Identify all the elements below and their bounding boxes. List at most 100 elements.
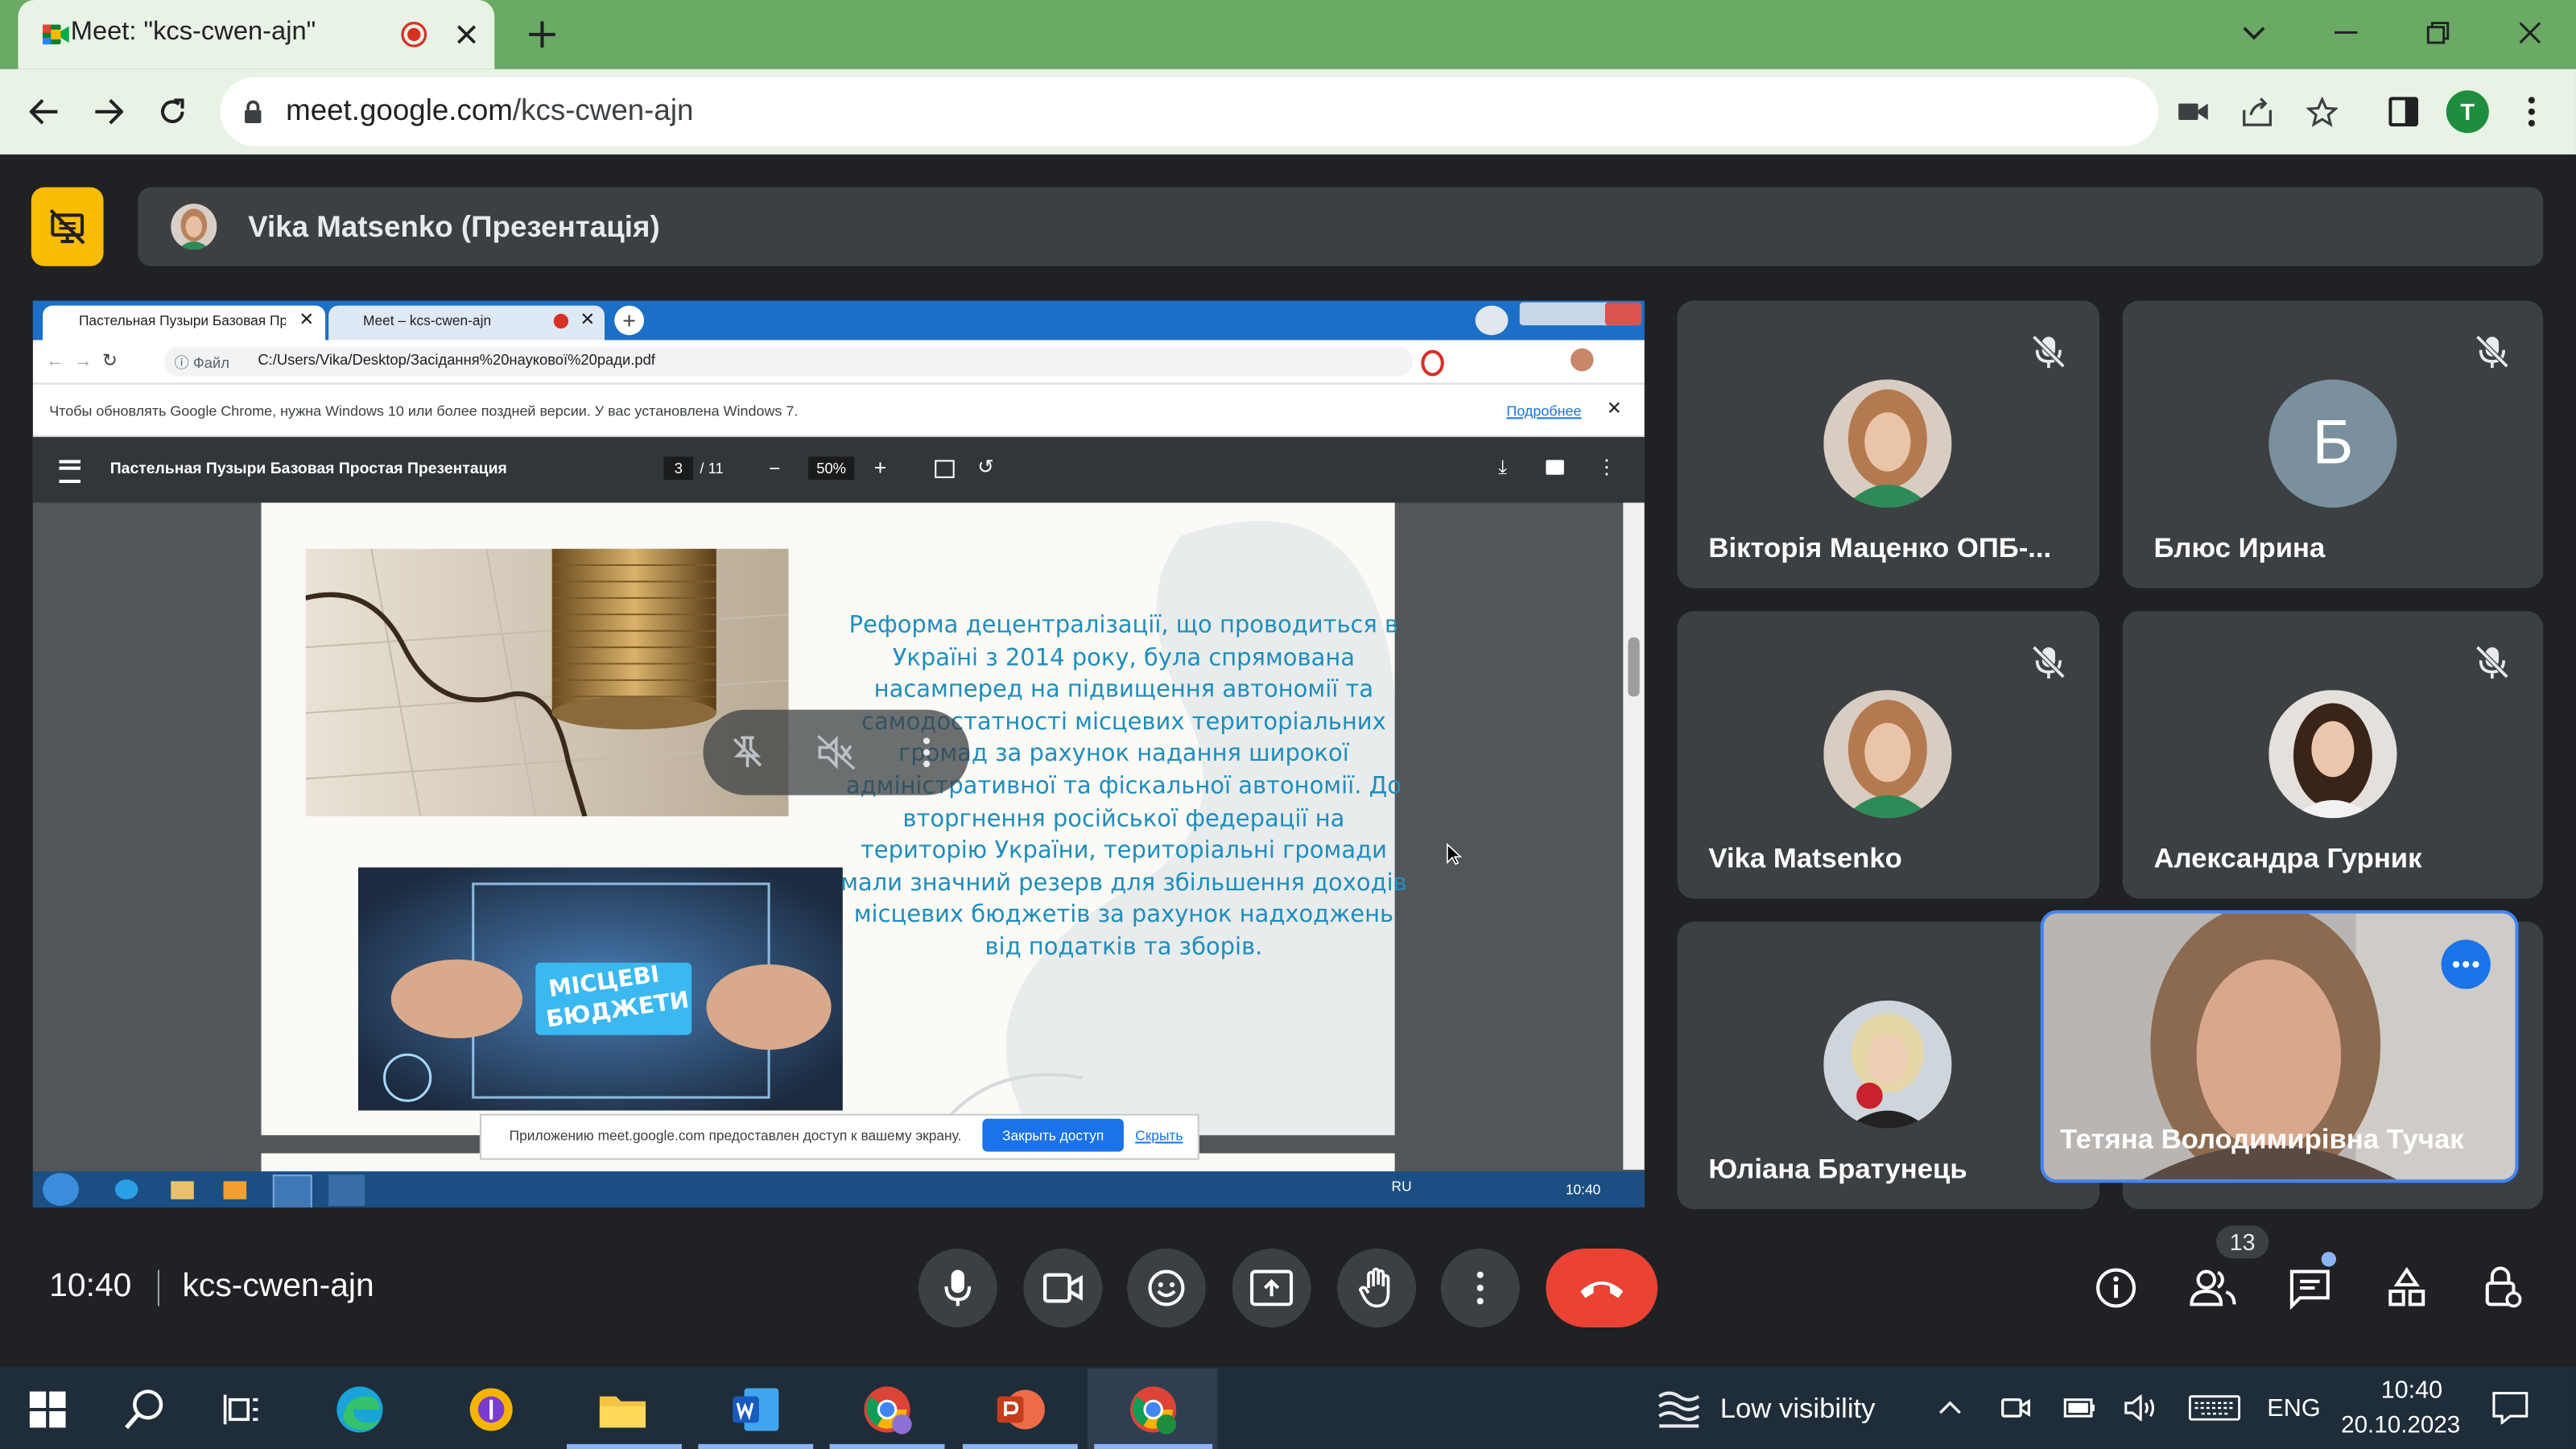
new-tab-icon[interactable] — [522, 14, 562, 54]
activities-icon[interactable] — [2380, 1261, 2433, 1314]
pdf-more-icon[interactable]: ⋮ — [1597, 455, 1616, 478]
reactions-button[interactable] — [1126, 1249, 1206, 1327]
pdf-scrollbar[interactable] — [1623, 502, 1645, 1170]
inner-nav-icons[interactable]: ← → ↻ — [46, 350, 118, 371]
present-now-button[interactable] — [1232, 1249, 1311, 1327]
stop-sharing-button[interactable]: Закрыть доступ — [982, 1118, 1124, 1152]
task-view-icon[interactable] — [208, 1377, 275, 1443]
search-icon[interactable] — [112, 1377, 178, 1443]
inner-window-close-icon[interactable] — [1604, 302, 1641, 326]
media-icon[interactable] — [223, 1181, 247, 1199]
raise-hand-button[interactable] — [1337, 1249, 1417, 1327]
hide-notice-link[interactable]: Скрыть — [1135, 1127, 1183, 1143]
participant-tile[interactable]: Александра Гурник — [2122, 611, 2544, 899]
participant-avatar — [1823, 690, 1952, 819]
chat-icon[interactable] — [2284, 1261, 2336, 1314]
meeting-code[interactable]: kcs-cwen-ajn — [183, 1268, 374, 1306]
pdf-menu-icon[interactable] — [59, 460, 80, 483]
pdf-zoom-in-icon[interactable]: + — [874, 455, 886, 480]
chat-unread-dot — [2321, 1252, 2337, 1267]
explorer-icon[interactable] — [171, 1181, 194, 1199]
browser-menu-icon[interactable] — [2515, 92, 2548, 131]
viber-task-icon[interactable] — [328, 1174, 365, 1206]
pdf-scrollbar-thumb[interactable] — [1628, 637, 1640, 697]
participant-tile[interactable]: Вікторія Маценко ОПБ-... — [1677, 300, 2100, 588]
pdf-zoom-out-icon[interactable]: − — [769, 456, 780, 480]
pdf-page-input[interactable]: 3 — [663, 456, 694, 480]
lock-icon[interactable] — [240, 97, 266, 126]
touch-keyboard-icon[interactable] — [2186, 1390, 2242, 1426]
notifications-icon[interactable] — [2489, 1388, 2532, 1427]
chrome-profile-icon[interactable] — [854, 1377, 920, 1443]
windows-start-icon[interactable] — [14, 1377, 80, 1443]
url-text[interactable]: meet.google.com/kcs-cwen-ajn — [286, 93, 693, 128]
bookmark-star-icon[interactable] — [2301, 92, 2341, 131]
file-explorer-icon[interactable] — [590, 1377, 656, 1443]
profile-avatar[interactable]: T — [2446, 90, 2489, 134]
powerpoint-icon[interactable] — [988, 1377, 1054, 1443]
weather-text[interactable]: Low visibility — [1720, 1393, 1876, 1426]
participant-name: Юліана Братунець — [1708, 1153, 1967, 1185]
inner-tab-close-icon-2[interactable]: ✕ — [580, 309, 595, 330]
ie-icon[interactable] — [114, 1179, 138, 1199]
back-icon[interactable] — [25, 92, 64, 131]
notice-close-icon[interactable]: ✕ — [1607, 398, 1622, 419]
more-options-button[interactable] — [1440, 1249, 1520, 1327]
share-icon[interactable] — [2238, 92, 2277, 131]
tab-search-icon[interactable] — [2236, 14, 2273, 51]
camera-button[interactable] — [1023, 1249, 1103, 1327]
window-restore-icon[interactable] — [2420, 14, 2456, 51]
microphone-button[interactable] — [918, 1249, 997, 1327]
chrome-task-icon[interactable] — [272, 1174, 312, 1208]
chrome-active-icon[interactable] — [1121, 1377, 1187, 1443]
participant-tile[interactable]: Vika Matsenko — [1677, 611, 2100, 899]
win7-start-icon[interactable] — [43, 1173, 79, 1206]
meeting-details-icon[interactable] — [2090, 1261, 2142, 1314]
tile-more-icon[interactable] — [907, 728, 947, 777]
side-panel-icon[interactable] — [2384, 92, 2423, 131]
recording-icon — [401, 21, 427, 48]
camera-in-use-icon[interactable] — [2174, 93, 2213, 130]
unpin-icon[interactable] — [723, 728, 772, 777]
meet-tray-icon[interactable] — [1998, 1390, 2034, 1426]
self-view-more-icon[interactable] — [2441, 939, 2491, 989]
clock-date[interactable]: 20.10.2023 — [2341, 1413, 2460, 1439]
leave-call-button[interactable] — [1546, 1249, 1658, 1327]
reload-icon[interactable] — [153, 92, 192, 131]
update-notice-link[interactable]: Подробнее — [1506, 402, 1581, 419]
participant-initial-avatar: Б — [2268, 379, 2397, 508]
pdf-print-icon[interactable] — [1546, 460, 1564, 475]
people-icon[interactable] — [2185, 1261, 2240, 1314]
pdf-fit-icon[interactable] — [935, 460, 955, 478]
inner-new-tab-icon[interactable]: + — [614, 305, 644, 336]
clock-time[interactable]: 10:40 — [2368, 1377, 2456, 1405]
participant-tile[interactable]: Б Блюс Ирина — [2122, 300, 2544, 588]
vpn-app-icon[interactable] — [458, 1377, 524, 1443]
inner-tab-search-icon[interactable] — [1475, 305, 1509, 336]
participant-tile[interactable]: Юліана Братунець — [1677, 921, 2100, 1210]
divider — [157, 1269, 159, 1307]
tab-close-icon[interactable] — [450, 18, 483, 51]
pdf-zoom-input[interactable]: 50% — [808, 456, 855, 480]
window-minimize-icon[interactable] — [2328, 14, 2364, 51]
inner-tab-close-icon[interactable]: ✕ — [299, 309, 314, 330]
inner-tab-pdf-title: Пастельная Пузыри Базовая Пр — [78, 312, 287, 329]
battery-icon[interactable] — [2062, 1390, 2098, 1426]
weather-fog-icon[interactable] — [1654, 1383, 1703, 1432]
self-view-tile[interactable]: Тетяна Володимирівна Тучак — [2040, 910, 2519, 1183]
host-controls-icon[interactable] — [2478, 1258, 2530, 1314]
stop-presenting-button[interactable] — [31, 187, 104, 266]
edge-icon[interactable] — [327, 1377, 393, 1443]
input-language[interactable]: ENG — [2267, 1395, 2320, 1423]
tray-chevron-icon[interactable] — [1934, 1390, 1967, 1426]
inner-file-label: Файл — [192, 354, 230, 372]
window-close-icon[interactable] — [2512, 14, 2548, 51]
pdf-rotate-icon[interactable]: ↺ — [977, 455, 994, 478]
word-icon[interactable] — [723, 1377, 789, 1443]
forward-icon[interactable] — [89, 92, 128, 131]
pdf-download-icon[interactable]: ⤓ — [1498, 455, 1507, 480]
inner-profile-avatar[interactable] — [1571, 348, 1594, 372]
volume-icon[interactable] — [2123, 1390, 2159, 1426]
mute-tile-icon[interactable] — [811, 728, 861, 777]
opera-icon[interactable] — [1421, 349, 1444, 377]
